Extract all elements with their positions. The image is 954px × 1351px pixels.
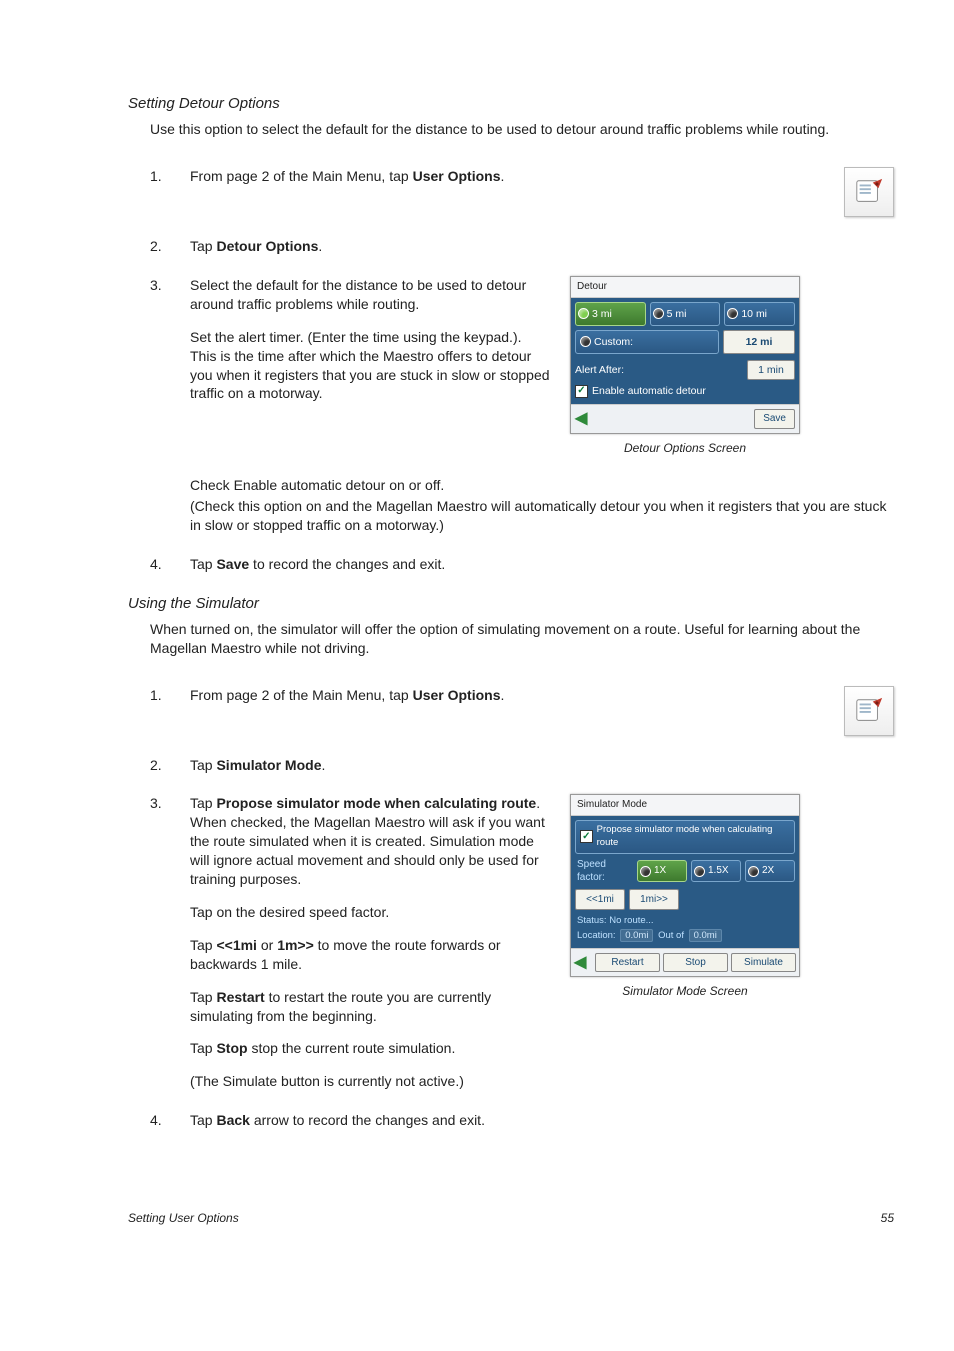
step-text: From page 2 of the Main Menu, tap User O… [190,686,816,705]
step-item: 1. From page 2 of the Main Menu, tap Use… [150,167,894,217]
figure-caption: Detour Options Screen [570,440,800,456]
mile-back-button[interactable]: <<1mi [575,889,625,911]
section-heading-detour: Setting Detour Options [128,94,894,114]
step-text: Tap Detour Options. [190,237,894,256]
step-text: Tap <<1mi or 1m>> to move the route forw… [190,936,550,974]
steps-list-simulator: 1. From page 2 of the Main Menu, tap Use… [150,686,894,1130]
back-arrow-icon[interactable]: ◀ [574,952,592,974]
screen-title: Simulator Mode [571,795,799,816]
status-text: Status: No route... [575,914,795,929]
back-arrow-icon[interactable]: ◀ [575,408,587,430]
step-text: Select the default for the distance to b… [190,276,550,314]
speed-2x[interactable]: 2X [745,860,795,882]
steps-list-detour: 1. From page 2 of the Main Menu, tap Use… [150,167,894,456]
alert-time-field[interactable]: 1 min [747,360,795,380]
step-text: Tap Back arrow to record the changes and… [190,1111,894,1130]
mile-forward-button[interactable]: 1mi>> [629,889,679,911]
speed-factor-label: Speed factor: [575,858,633,885]
footer-section-name: Setting User Options [128,1210,239,1226]
enable-auto-detour-label: Enable automatic detour [592,384,706,398]
step-text: Check Enable automatic detour on or off. [190,476,894,495]
step-text: Tap Save to record the changes and exit. [190,555,894,574]
step-item: 3. Select the default for the distance t… [150,276,894,456]
step-number: 1. [150,686,190,736]
simulate-button[interactable]: Simulate [731,953,796,973]
step-text: Tap on the desired speed factor. [190,903,550,922]
radio-3mi[interactable]: 3 mi [575,302,646,326]
step-text: Set the alert timer. (Enter the time usi… [190,328,550,404]
location-text: Location: 0.0mi Out of 0.0mi [575,929,795,944]
step-item: 1. From page 2 of the Main Menu, tap Use… [150,686,894,736]
step-text: Tap Propose simulator mode when calculat… [190,794,550,888]
step-number: 2. [150,237,190,256]
page-footer: Setting User Options 55 [128,1210,894,1226]
stop-button[interactable]: Stop [663,953,728,973]
step-item: 2. Tap Detour Options. [150,237,894,256]
save-button[interactable]: Save [754,409,795,429]
user-options-icon [844,167,894,217]
enable-auto-detour-checkbox[interactable] [575,385,588,398]
speed-1-5x[interactable]: 1.5X [691,860,741,882]
propose-checkbox[interactable] [580,830,593,843]
radio-5mi[interactable]: 5 mi [650,302,721,326]
step-text: Tap Simulator Mode. [190,756,894,775]
screen-title: Detour [571,277,799,298]
intro-text: Use this option to select the default fo… [150,120,894,139]
steps-list-detour-cont: 4. Tap Save to record the changes and ex… [150,555,894,574]
page-number: 55 [881,1210,894,1226]
step-text: Tap Restart to restart the route you are… [190,988,550,1026]
step-number: 3. [150,794,190,1091]
step-number: 4. [150,1111,190,1130]
restart-button[interactable]: Restart [595,953,660,973]
simulator-screenshot: Simulator Mode Propose simulator mode wh… [570,794,800,999]
radio-custom[interactable]: Custom: [575,330,719,354]
step-item: 2. Tap Simulator Mode. [150,756,894,775]
step-text: (Check this option on and the Magellan M… [190,497,894,535]
step-number: 1. [150,167,190,217]
step-item: 4. Tap Save to record the changes and ex… [150,555,894,574]
step-text: From page 2 of the Main Menu, tap User O… [190,167,816,186]
step-item: 4. Tap Back arrow to record the changes … [150,1111,894,1130]
step-item: 3. Tap Propose simulator mode when calcu… [150,794,894,1091]
intro-text: When turned on, the simulator will offer… [150,620,894,658]
radio-10mi[interactable]: 10 mi [724,302,795,326]
alert-label: Alert After: [575,363,624,377]
step-text: Tap Stop stop the current route simulati… [190,1039,550,1058]
figure-caption: Simulator Mode Screen [570,983,800,999]
user-options-icon [844,686,894,736]
section-heading-simulator: Using the Simulator [128,594,894,614]
step-text: (The Simulate button is currently not ac… [190,1072,550,1091]
step-number: 3. [150,276,190,456]
step-number: 4. [150,555,190,574]
custom-distance-field[interactable]: 12 mi [723,330,795,354]
step-number: 2. [150,756,190,775]
speed-1x[interactable]: 1X [637,860,687,882]
detour-screenshot: Detour 3 mi 5 mi 10 mi Custom: 12 mi Ale [570,276,800,456]
propose-simulator-checkbox-row[interactable]: Propose simulator mode when calculating … [575,820,795,854]
